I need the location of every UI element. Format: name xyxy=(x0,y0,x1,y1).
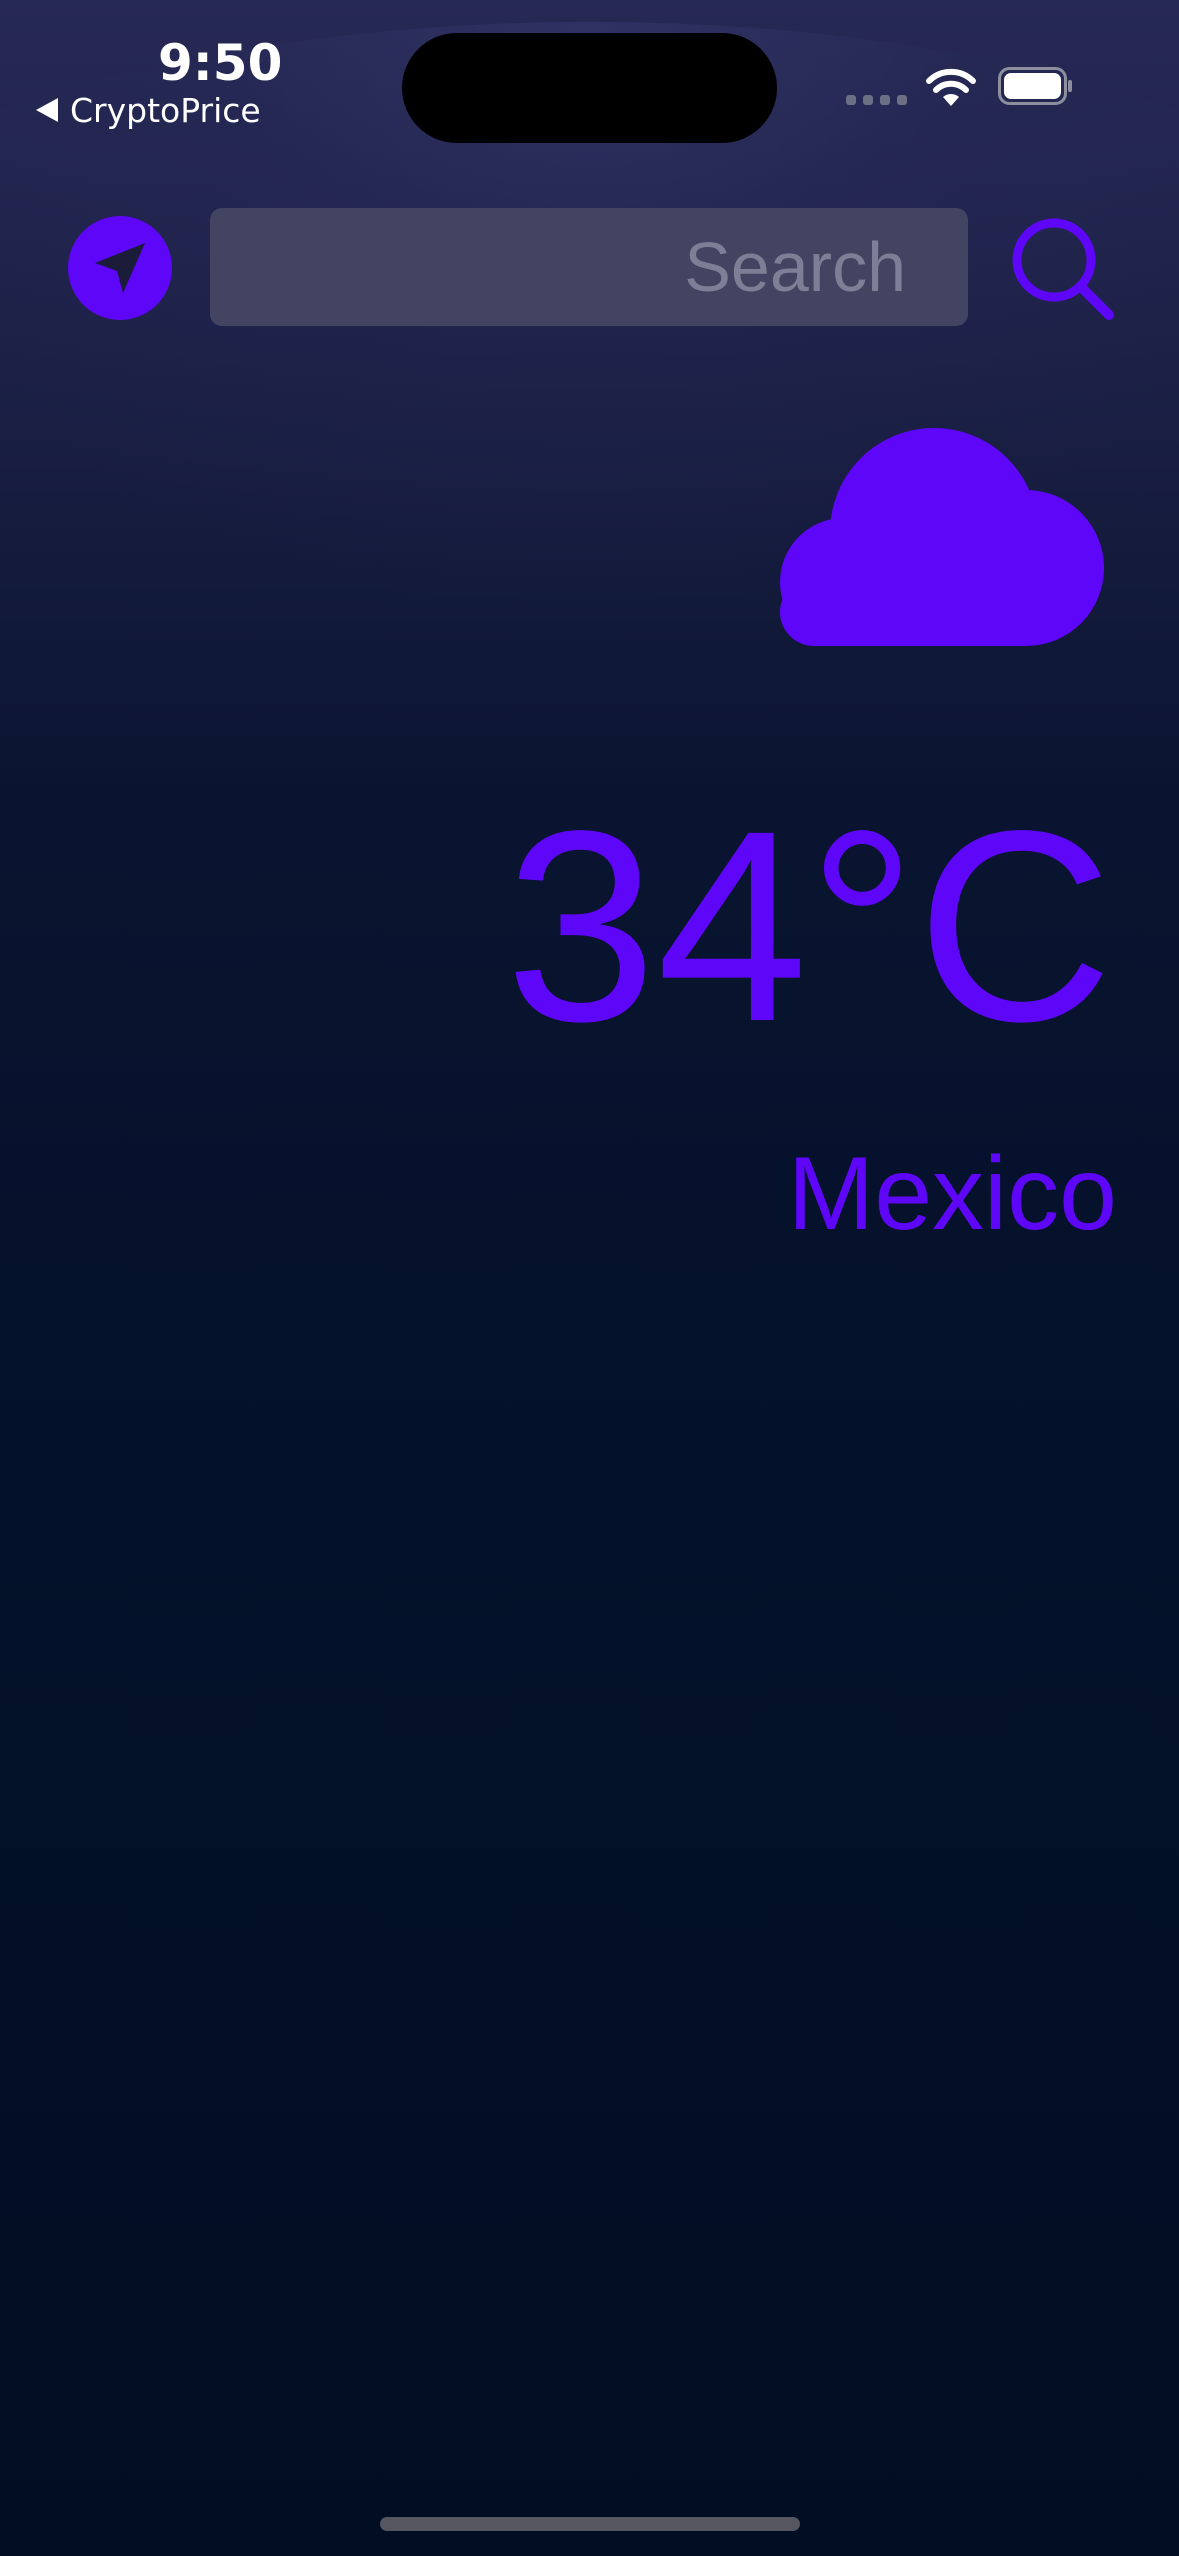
search-input[interactable]: Search xyxy=(210,208,968,326)
location-arrow-icon xyxy=(95,243,145,293)
current-location-button[interactable] xyxy=(68,216,172,320)
back-app-label: CryptoPrice xyxy=(70,90,261,130)
home-indicator[interactable] xyxy=(380,2517,800,2531)
dynamic-island xyxy=(402,33,777,143)
weather-screen: 9:50 CryptoPrice Search 34°C Mexico xyxy=(0,0,1179,2556)
magnifying-glass-icon xyxy=(1012,218,1114,320)
city-name: Mexico xyxy=(787,1136,1117,1252)
cloud-icon xyxy=(780,428,1104,646)
back-triangle-icon xyxy=(36,98,58,122)
cellular-signal-icon xyxy=(846,95,907,105)
battery-icon xyxy=(998,67,1072,105)
back-to-app-button[interactable]: CryptoPrice xyxy=(36,90,261,130)
temperature-value: 34°C xyxy=(505,774,1113,1078)
search-placeholder: Search xyxy=(684,228,906,306)
search-button[interactable] xyxy=(1008,214,1120,326)
wifi-icon xyxy=(926,68,976,106)
status-time: 9:50 xyxy=(158,34,283,92)
